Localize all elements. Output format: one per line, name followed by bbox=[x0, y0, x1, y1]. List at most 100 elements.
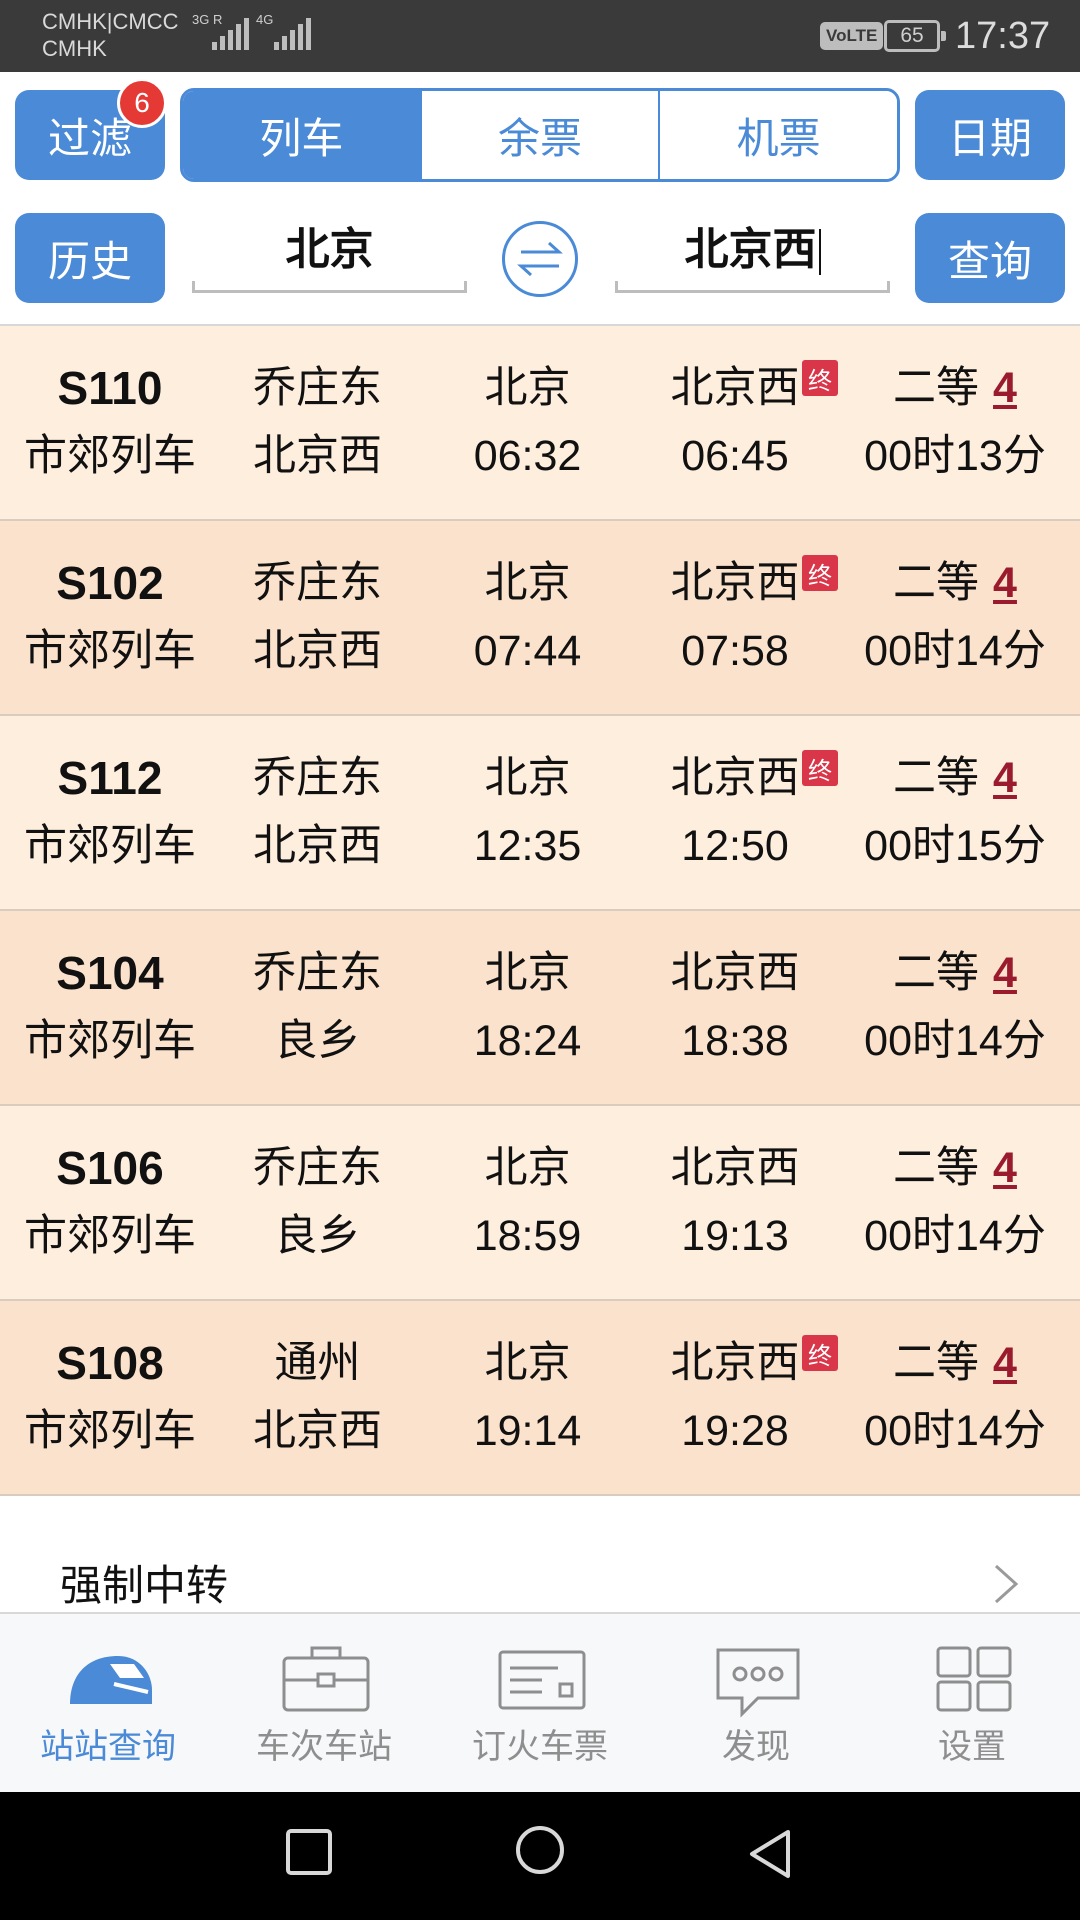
seat-count-link[interactable]: 4 bbox=[993, 754, 1017, 802]
departure-station: 北京 bbox=[484, 753, 571, 803]
trip-duration: 00时14分 bbox=[864, 1017, 1046, 1065]
seat-availability: 二等 4 bbox=[840, 1335, 1070, 1391]
train-type: 市郊列车 bbox=[24, 431, 196, 481]
trip-duration: 00时14分 bbox=[864, 1212, 1046, 1260]
forced-transfer-row[interactable]: 强制中转 bbox=[0, 1540, 1080, 1612]
seat-availability: 二等 4 bbox=[840, 1140, 1070, 1196]
terminal-station: 良乡 bbox=[274, 1016, 361, 1066]
volte-icon: VoLTE bbox=[820, 22, 884, 50]
arrival-time: 19:13 bbox=[681, 1212, 789, 1260]
train-number: S110 bbox=[57, 362, 163, 414]
train-number: S104 bbox=[56, 947, 164, 999]
status-time: 17:37 bbox=[955, 15, 1051, 57]
seat-availability: 二等 4 bbox=[840, 360, 1070, 416]
tab-discover[interactable]: 发现 bbox=[648, 1614, 864, 1794]
tab-flight-tickets[interactable]: 机票 bbox=[658, 91, 897, 179]
train-number: S102 bbox=[56, 557, 164, 609]
query-button[interactable]: 查询 bbox=[915, 213, 1065, 303]
back-icon[interactable] bbox=[746, 1828, 794, 1880]
train-type: 市郊列车 bbox=[24, 1016, 196, 1066]
terminal-station: 良乡 bbox=[274, 1211, 361, 1261]
tab-book-ticket-label: 订火车票 bbox=[472, 1727, 608, 1767]
terminus-badge: 终 bbox=[802, 750, 838, 786]
terminal-station: 北京西 bbox=[253, 1406, 382, 1456]
seat-availability: 二等 4 bbox=[840, 945, 1070, 1001]
table-row[interactable]: S106 市郊列车 乔庄东 良乡 北京 18:59 北京西 19:13 二等 4 … bbox=[0, 1106, 1080, 1301]
tab-train-number-station-label: 车次车站 bbox=[256, 1727, 392, 1767]
signal-icon-2: 4G bbox=[256, 12, 311, 50]
tab-station-query-label: 站站查询 bbox=[40, 1727, 176, 1767]
departure-time: 19:14 bbox=[473, 1407, 582, 1455]
system-navigation-bar bbox=[0, 1792, 1080, 1920]
arrival-time: 18:38 bbox=[681, 1017, 789, 1065]
text-cursor bbox=[818, 229, 821, 275]
tab-settings-label: 设置 bbox=[938, 1727, 1006, 1767]
filter-button[interactable]: 过滤 6 bbox=[15, 78, 167, 180]
carrier-line-2: CMHK bbox=[42, 36, 107, 61]
train-number: S106 bbox=[56, 1142, 164, 1194]
seat-count-link[interactable]: 4 bbox=[993, 364, 1017, 412]
tab-book-ticket[interactable]: 订火车票 bbox=[432, 1614, 648, 1794]
seat-count-link[interactable]: 4 bbox=[993, 1339, 1017, 1387]
terminus-badge: 终 bbox=[802, 1335, 838, 1371]
seat-availability: 二等 4 bbox=[840, 750, 1070, 806]
from-station-input[interactable]: 北京 bbox=[192, 215, 467, 293]
terminal-station: 北京西 bbox=[253, 431, 382, 481]
swap-stations-button[interactable] bbox=[502, 221, 578, 297]
departure-station: 北京 bbox=[484, 363, 571, 413]
recent-apps-icon[interactable] bbox=[285, 1828, 333, 1876]
terminal-station: 北京西 bbox=[253, 626, 382, 676]
train-type: 市郊列车 bbox=[24, 626, 196, 676]
departure-time: 06:32 bbox=[473, 432, 582, 480]
terminus-badge: 终 bbox=[802, 555, 838, 591]
carrier-line-1: CMHK|CMCC bbox=[42, 9, 179, 34]
trip-duration: 00时13分 bbox=[864, 432, 1046, 480]
seat-class: 二等 bbox=[893, 363, 980, 413]
to-station-input[interactable]: 北京西 bbox=[615, 215, 890, 293]
origin-station: 乔庄东 bbox=[253, 948, 382, 998]
battery-icon: 65 bbox=[884, 20, 946, 52]
tab-station-query[interactable]: 站站查询 bbox=[0, 1614, 216, 1794]
table-row[interactable]: S108 市郊列车 通州 北京西 北京 19:14 北京西 19:28 终 二等… bbox=[0, 1301, 1080, 1496]
home-icon[interactable] bbox=[514, 1824, 566, 1876]
seat-class: 二等 bbox=[893, 1338, 980, 1388]
chat-bubble-icon bbox=[716, 1648, 800, 1718]
status-bar: CMHK|CMCC CMHK 3G R 4G VoLTE 65 17:37 bbox=[0, 0, 1080, 72]
origin-station: 乔庄东 bbox=[253, 1143, 382, 1193]
chevron-right-icon bbox=[994, 1564, 1019, 1604]
train-type: 市郊列车 bbox=[24, 1211, 196, 1261]
origin-station: 乔庄东 bbox=[253, 753, 382, 803]
departure-station: 北京 bbox=[484, 1143, 571, 1193]
grid-icon bbox=[936, 1646, 1012, 1712]
seat-count-link[interactable]: 4 bbox=[993, 1144, 1017, 1192]
table-row[interactable]: S104 市郊列车 乔庄东 良乡 北京 18:24 北京西 18:38 二等 4 … bbox=[0, 911, 1080, 1106]
briefcase-icon bbox=[282, 1646, 370, 1712]
signal-1-label: 3G R bbox=[192, 12, 223, 27]
table-row[interactable]: S102 市郊列车 乔庄东 北京西 北京 07:44 北京西 07:58 终 二… bbox=[0, 521, 1080, 716]
table-row[interactable]: S112 市郊列车 乔庄东 北京西 北京 12:35 北京西 12:50 终 二… bbox=[0, 716, 1080, 911]
tab-train[interactable]: 列车 bbox=[183, 91, 420, 179]
date-button[interactable]: 日期 bbox=[915, 90, 1065, 180]
seat-count-link[interactable]: 4 bbox=[993, 559, 1017, 607]
origin-station: 乔庄东 bbox=[253, 558, 382, 608]
terminal-station: 北京西 bbox=[253, 821, 382, 871]
table-row[interactable]: S110 市郊列车 乔庄东 北京西 北京 06:32 北京西 06:45 终 二… bbox=[0, 326, 1080, 521]
seat-count-link[interactable]: 4 bbox=[993, 949, 1017, 997]
departure-station: 北京 bbox=[484, 558, 571, 608]
history-button[interactable]: 历史 bbox=[15, 213, 165, 303]
train-list: S110 市郊列车 乔庄东 北京西 北京 06:32 北京西 06:45 终 二… bbox=[0, 324, 1080, 1496]
seat-class: 二等 bbox=[893, 558, 980, 608]
terminus-badge: 终 bbox=[802, 360, 838, 396]
bottom-tab-bar: 站站查询 车次车站 订火车票 发现 设置 bbox=[0, 1612, 1080, 1792]
origin-station: 乔庄东 bbox=[253, 363, 382, 413]
tab-train-number-station[interactable]: 车次车站 bbox=[216, 1614, 432, 1794]
tab-settings[interactable]: 设置 bbox=[864, 1614, 1080, 1794]
trip-duration: 00时14分 bbox=[864, 1407, 1046, 1455]
seat-class: 二等 bbox=[893, 948, 980, 998]
trip-duration: 00时14分 bbox=[864, 627, 1046, 675]
origin-station: 通州 bbox=[274, 1338, 361, 1388]
tab-remaining-tickets[interactable]: 余票 bbox=[419, 91, 659, 179]
trip-duration: 00时15分 bbox=[864, 822, 1046, 870]
tab-discover-label: 发现 bbox=[722, 1727, 790, 1767]
mode-tabs: 列车 余票 机票 bbox=[180, 88, 900, 182]
